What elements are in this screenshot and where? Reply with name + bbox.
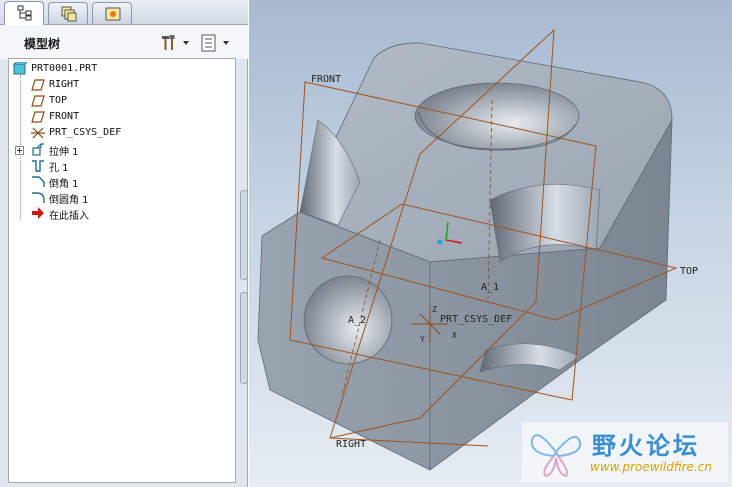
round-icon	[32, 192, 45, 203]
part-body[interactable]	[257, 42, 673, 471]
plus-icon	[15, 146, 24, 155]
hole-icon	[32, 160, 44, 172]
coordinate-system-icon	[31, 127, 45, 139]
top-plane-label: TOP	[680, 266, 698, 277]
axis-a2-label: A_2	[348, 315, 366, 326]
model-tree-tab[interactable]	[4, 1, 44, 25]
tools-hammer-icon	[162, 35, 189, 50]
model-tree-tab-icon	[17, 5, 32, 21]
csys-z-label: Z	[432, 305, 437, 314]
butterfly-logo-icon	[530, 434, 582, 478]
layers-tab[interactable]	[48, 2, 88, 24]
favorites-tab[interactable]	[92, 2, 132, 24]
expand-toggle[interactable]	[15, 143, 27, 159]
navigator-tabs	[0, 0, 248, 25]
model-view[interactable]: FRONT TOP RIGHT PRT_CSYS_DEF A_1 A_2 X Y…	[249, 0, 732, 487]
layers-tab-icon	[61, 6, 77, 22]
chamfer-icon	[32, 176, 45, 187]
insert-here-arrow-icon	[32, 207, 44, 219]
axis-a1-label: A_1	[481, 282, 499, 293]
graphics-window[interactable]: FRONT TOP RIGHT PRT_CSYS_DEF A_1 A_2 X Y…	[249, 0, 732, 487]
model-tree-title: 模型树	[24, 37, 61, 51]
csys-x-label: X	[452, 331, 457, 340]
tree-settings-icon	[201, 34, 229, 52]
tree-settings-button[interactable]	[200, 33, 234, 53]
front-plane-label: FRONT	[311, 74, 341, 85]
panel-splitter-handle-lower[interactable]	[240, 292, 248, 384]
datum-plane-icon	[31, 79, 45, 91]
datum-plane-icon	[31, 95, 45, 107]
forum-watermark: 野火论坛 www.proewildfire.cn	[522, 422, 728, 482]
datum-plane-icon	[31, 111, 45, 123]
csys-label: PRT_CSYS_DEF	[440, 314, 512, 325]
right-plane-label: RIGHT	[336, 439, 366, 450]
favorites-tab-icon	[105, 7, 121, 21]
tree-tools-button[interactable]	[160, 33, 194, 53]
model-tree: PRT0001.PRT RIGHT TOP FRONT PRT_CSYS_DEF…	[8, 58, 236, 483]
panel-splitter-handle[interactable]	[240, 190, 248, 280]
model-tree-header: 模型树	[0, 25, 248, 59]
watermark-url: www.proewildfire.cn	[590, 460, 712, 474]
watermark-title: 野火论坛	[592, 432, 700, 460]
part-icon	[13, 62, 27, 75]
csys-y-label: Y	[420, 335, 425, 344]
model-tree-panel: 模型树 PRT0001.PRT RIGHT TOP FRONT PRT_CSYS…	[0, 0, 248, 487]
extrude-icon	[32, 143, 44, 156]
